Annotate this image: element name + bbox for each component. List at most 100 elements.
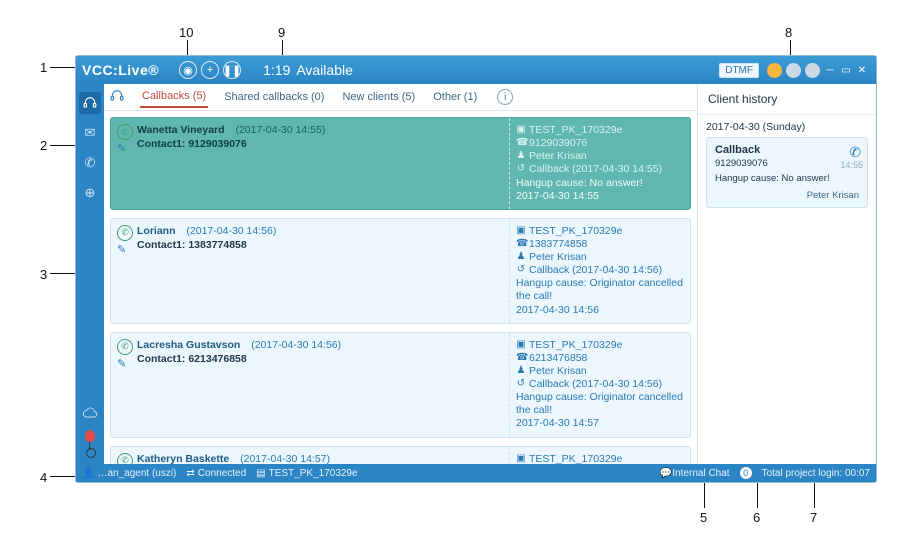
callback-line: Callback (2017-04-30 14:56) (529, 264, 662, 277)
tab-shared-callbacks[interactable]: Shared callbacks (0) (222, 87, 326, 107)
main-panel: Callbacks (5) Shared callbacks (0) New c… (104, 84, 698, 464)
tab-info-icon[interactable]: i (497, 89, 513, 105)
edit-icon[interactable]: ✎ (117, 357, 126, 370)
extra-timestamp: 2017-04-30 14:56 (516, 304, 684, 317)
phone-icon: ☎ (516, 238, 526, 251)
nav-globe-icon[interactable]: ⊕ (79, 182, 101, 204)
project-icon: ▣ (516, 124, 526, 137)
titlebar: VCC:Live® ◉ + ❚❚ 1:19 Available DTMF ─ ▭… (76, 56, 876, 84)
contact-name: Lacresha Gustavson (137, 339, 240, 351)
tab-bar: Callbacks (5) Shared callbacks (0) New c… (104, 84, 697, 111)
internal-chat-button[interactable]: 💬Internal Chat (660, 468, 730, 479)
annotation-3: 3 (40, 267, 47, 282)
contact1-value: 6213476858 (188, 353, 246, 365)
project-icon: ▣ (516, 453, 526, 465)
callback-card[interactable]: ✆ ✎ Wanetta Vineyard (2017-04-30 14:55) … (110, 117, 691, 210)
phone-value: 9129039076 (529, 137, 587, 150)
settings-icon[interactable]: ◉ (179, 61, 197, 79)
nav-cloud-icon[interactable] (79, 402, 101, 424)
agent-name: Peter Krisan (529, 150, 587, 163)
history-time: 14:55 (840, 160, 863, 170)
nav-balloon-icon[interactable] (79, 428, 101, 458)
card-timestamp: (2017-04-30 14:57) (240, 453, 330, 465)
theme-icon[interactable] (767, 63, 782, 78)
contact1-label: Contact1: (137, 353, 185, 365)
nav-mail-icon[interactable]: ✉ (79, 122, 101, 144)
callback-list[interactable]: ✆ ✎ Wanetta Vineyard (2017-04-30 14:55) … (104, 111, 697, 464)
contact1-value: 1383774858 (188, 239, 246, 251)
annotation-7: 7 (810, 510, 817, 525)
vertical-navbar: ✉ ✆ ⊕ (76, 84, 104, 464)
contact1-value: 9129039076 (188, 138, 246, 150)
tab-other[interactable]: Other (1) (431, 87, 479, 107)
agent-icon: ♟ (516, 150, 526, 163)
callback-card[interactable]: ✆ ✎ Loriann (2017-04-30 14:56) Contact1:… (110, 218, 691, 324)
tab-new-clients[interactable]: New clients (5) (340, 87, 417, 107)
history-card[interactable]: ✆ 14:55 Callback 9129039076 Hangup cause… (706, 137, 868, 208)
call-icon: ✆ (117, 339, 133, 355)
call-icon: ✆ (117, 225, 133, 241)
phone-value: 1383774858 (529, 238, 587, 251)
chat-badge: 0 (740, 467, 752, 479)
annotation-10: 10 (179, 25, 193, 40)
history-card-number: 9129039076 (715, 158, 859, 169)
project-name: TEST_PK_170329e (529, 453, 622, 465)
close-icon[interactable]: ✕ (856, 64, 868, 76)
globe-icon-2[interactable] (805, 63, 820, 78)
pause-icon[interactable]: ❚❚ (223, 61, 241, 79)
total-login: Total project login: 00:07 (762, 468, 870, 479)
phone-icon: ☎ (516, 137, 526, 150)
history-card-cause: Hangup cause: No answer! (715, 173, 859, 184)
card-timestamp: (2017-04-30 14:56) (251, 339, 341, 351)
history-date: 2017-04-30 (Sunday) (706, 121, 868, 133)
project-icon: ▣ (516, 339, 526, 352)
hangup-note: Hangup cause: Originator cancelled the c… (516, 277, 684, 303)
annotation-4: 4 (40, 470, 47, 485)
status-timer: 1:19 (263, 62, 290, 78)
call-icon: ✆ (117, 453, 133, 465)
card-timestamp: (2017-04-30 14:55) (235, 124, 325, 136)
folder-icon: ▤ (256, 468, 265, 479)
callback-icon: ↺ (516, 378, 526, 391)
phone-value: 6213476858 (529, 352, 587, 365)
project-name: TEST_PK_170329e (529, 225, 622, 238)
agent-name: Peter Krisan (529, 251, 587, 264)
client-history-panel: Client history 2017-04-30 (Sunday) ✆ 14:… (698, 84, 876, 464)
project-name: TEST_PK_170329e (529, 124, 622, 137)
agent-name: Peter Krisan (529, 365, 587, 378)
project-name: TEST_PK_170329e (529, 339, 622, 352)
minimize-icon[interactable]: ─ (824, 64, 836, 76)
annotation-5: 5 (700, 510, 707, 525)
extra-timestamp: 2017-04-30 14:57 (516, 417, 684, 430)
history-phone-icon: ✆ (849, 144, 861, 161)
status-agent: 👤…an_agent (uszi) (82, 468, 176, 479)
callback-line: Callback (2017-04-30 14:56) (529, 378, 662, 391)
add-icon[interactable]: + (201, 61, 219, 79)
phone-icon: ☎ (516, 352, 526, 365)
hangup-note: Hangup cause: Originator cancelled the c… (516, 391, 684, 417)
link-icon: ⇄ (186, 468, 194, 479)
globe-icon-1[interactable] (786, 63, 801, 78)
edit-icon[interactable]: ✎ (117, 243, 126, 256)
callback-card[interactable]: ✆ ✎ Katheryn Baskette (2017-04-30 14:57)… (110, 446, 691, 465)
status-project: ▤TEST_PK_170329e (256, 468, 357, 479)
contact-name: Wanetta Vineyard (137, 124, 225, 136)
nav-headset-icon[interactable] (79, 92, 101, 114)
tab-callbacks[interactable]: Callbacks (5) (140, 86, 208, 108)
status-text[interactable]: Available (296, 62, 353, 78)
hangup-note: Hangup cause: No answer! (516, 177, 684, 190)
nav-phone-icon[interactable]: ✆ (79, 152, 101, 174)
contact1-label: Contact1: (137, 239, 185, 251)
contact-name: Katheryn Baskette (137, 453, 229, 465)
callback-icon: ↺ (516, 264, 526, 277)
callback-line: Callback (2017-04-30 14:55) (529, 163, 662, 176)
contact1-label: Contact1: (137, 138, 185, 150)
extra-timestamp: 2017-04-30 14:55 (516, 190, 684, 203)
edit-icon[interactable]: ✎ (117, 142, 126, 155)
maximize-icon[interactable]: ▭ (840, 64, 852, 76)
status-connection: ⇄Connected (186, 468, 246, 479)
dtmf-button[interactable]: DTMF (719, 63, 759, 78)
callback-card[interactable]: ✆ ✎ Lacresha Gustavson (2017-04-30 14:56… (110, 332, 691, 438)
annotation-2: 2 (40, 138, 47, 153)
chat-icon: 💬 (660, 468, 672, 479)
